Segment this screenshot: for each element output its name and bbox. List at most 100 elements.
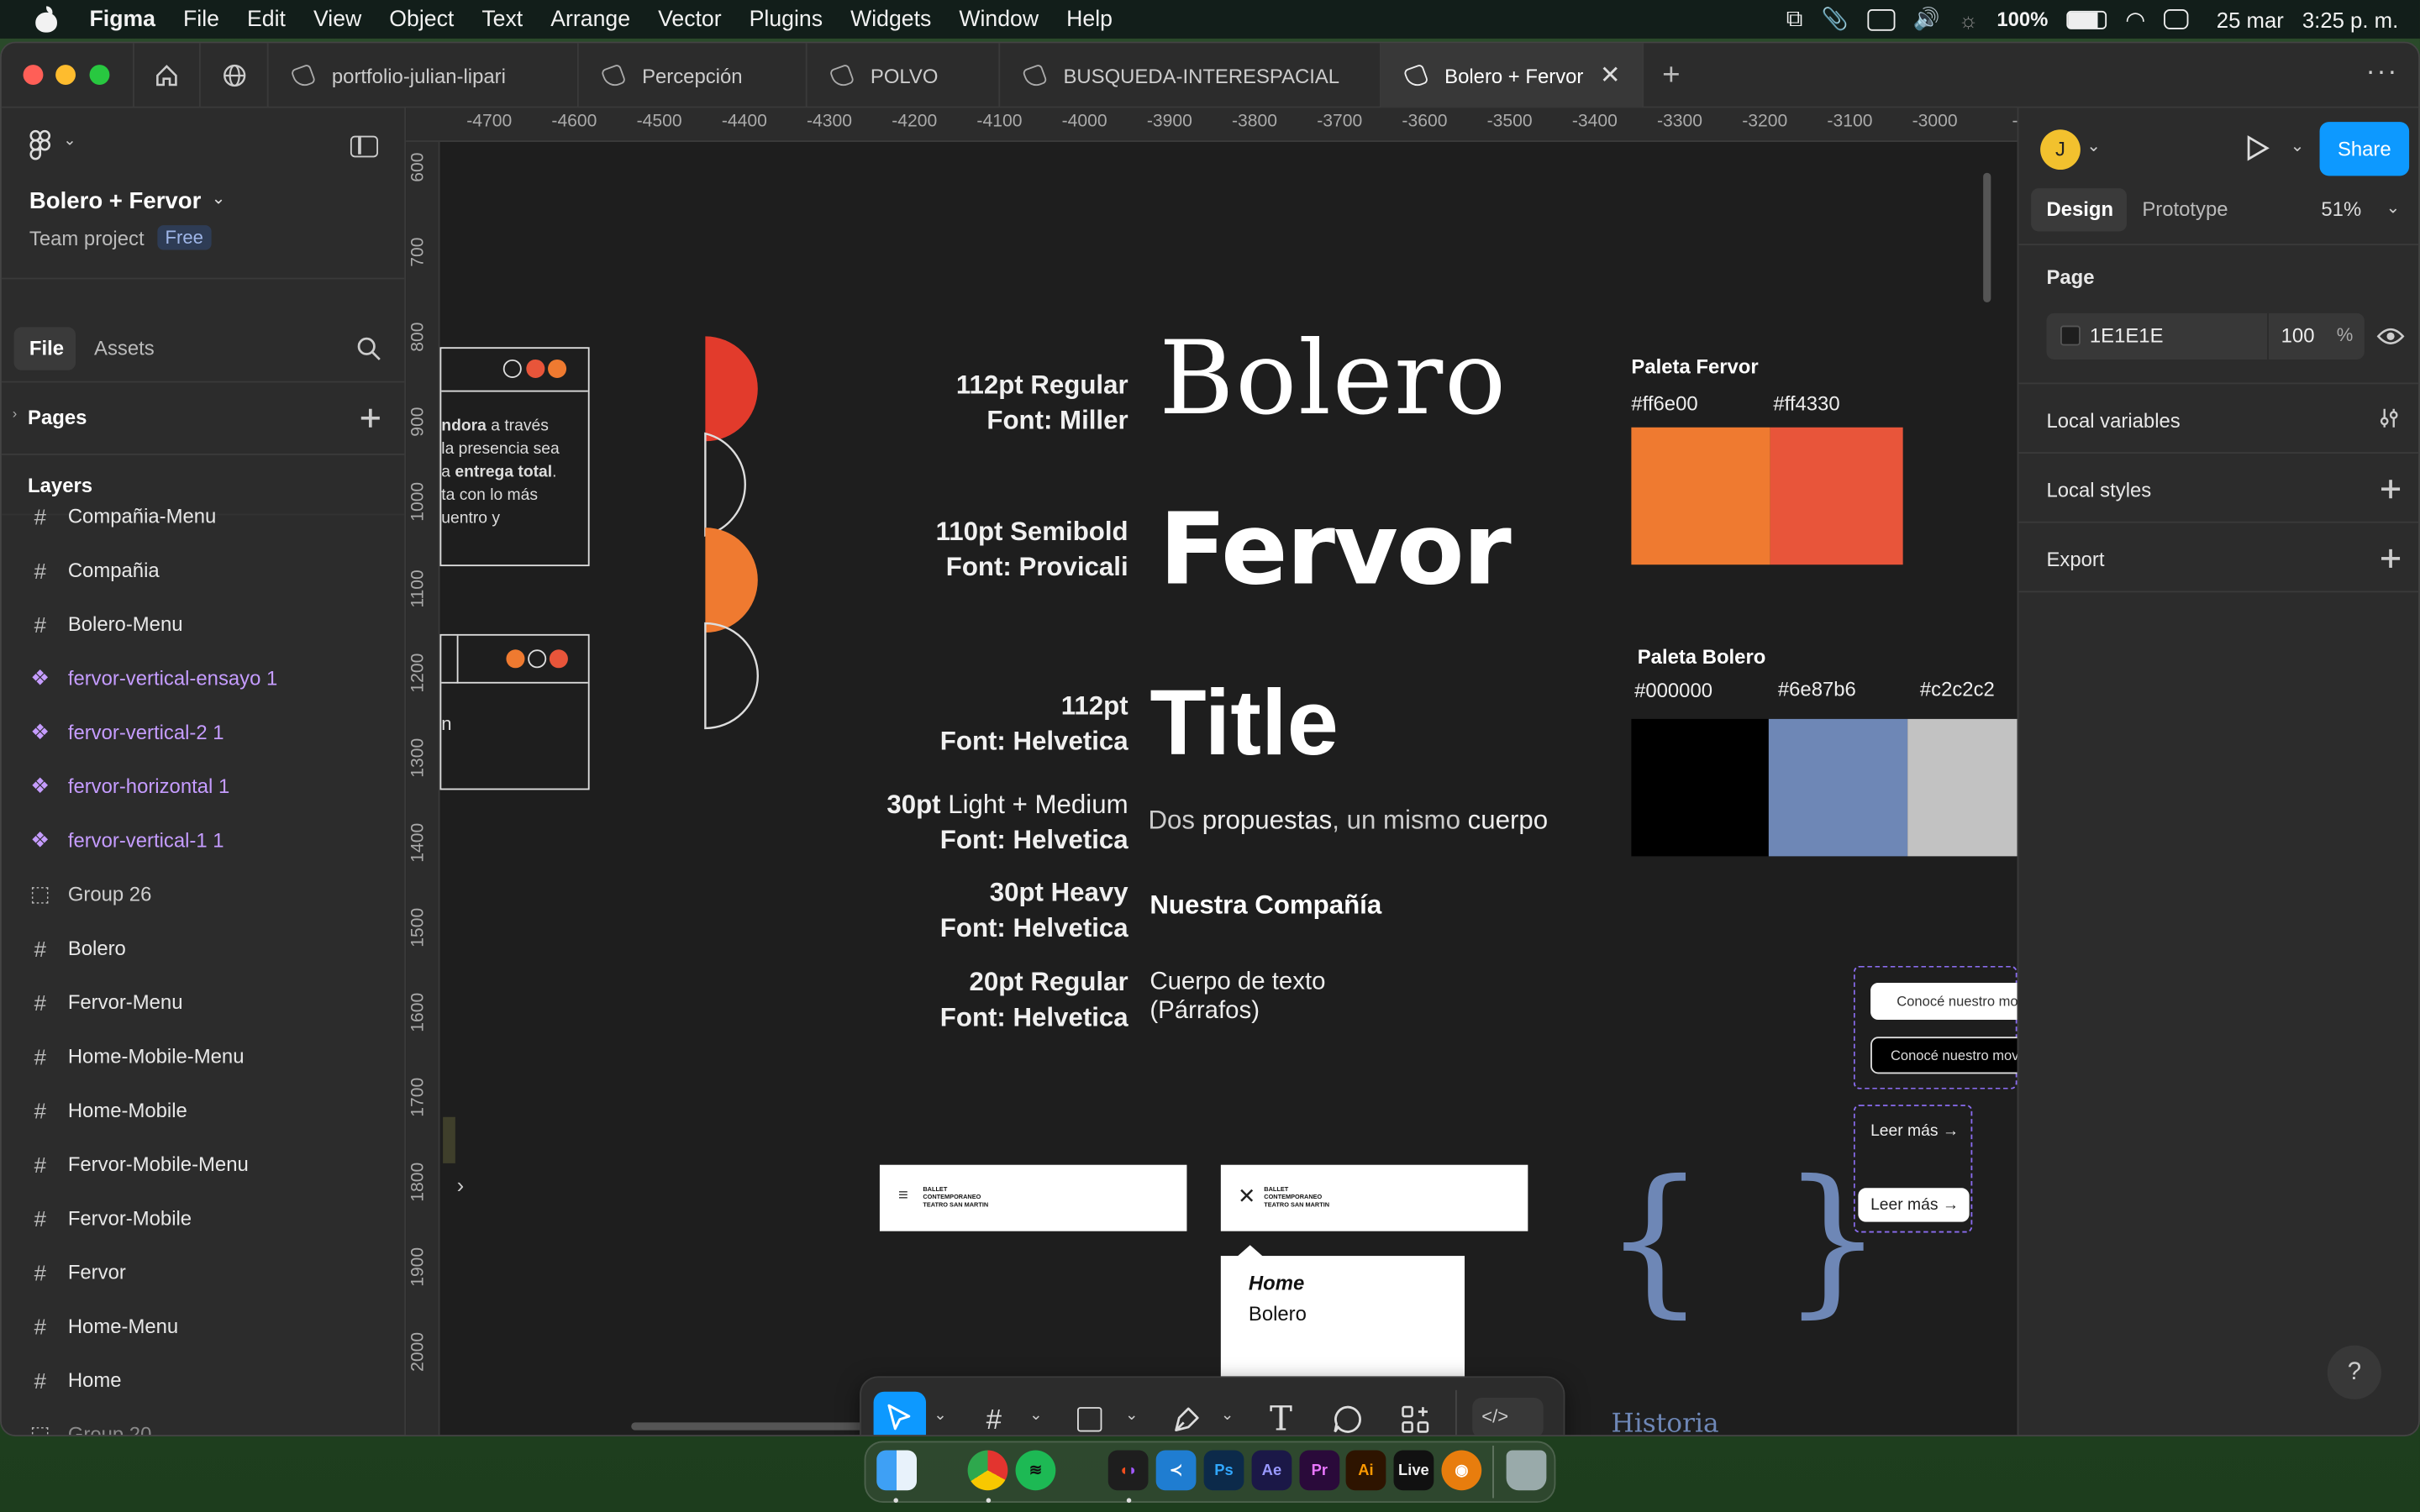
eye-icon[interactable] — [2376, 326, 2405, 348]
tab-percepcion[interactable]: Percepción — [579, 43, 808, 108]
variables-icon[interactable] — [2378, 407, 2400, 429]
layer-row[interactable]: # Home — [2, 1353, 403, 1407]
local-variables-label[interactable]: Local variables — [2046, 409, 2180, 433]
menu-plugins[interactable]: Plugins — [750, 7, 823, 31]
zoom-window-button[interactable] — [89, 65, 110, 86]
aftereffects-icon[interactable]: Ae — [1251, 1450, 1292, 1491]
sample-title[interactable]: Title — [1150, 669, 1339, 776]
frame-partial-1[interactable]: ndora a través la presencia sea a entreg… — [439, 347, 590, 567]
paperclip-icon[interactable]: 📎 — [1821, 6, 1848, 32]
layer-row[interactable]: # Compañia — [2, 543, 403, 597]
photoshop-icon[interactable]: Ps — [1203, 1450, 1244, 1491]
file-name-chevron-icon[interactable]: ⌄ — [212, 188, 226, 208]
layer-row[interactable]: ⬚ Group 20 ◡ — [2, 1407, 403, 1436]
cta-button-light[interactable]: Conocé nuestro mov — [1870, 982, 2018, 1021]
swatch-fervor-orange[interactable] — [1631, 427, 1770, 565]
layer-row[interactable]: ❖ fervor-vertical-2 1 — [2, 705, 403, 759]
canvas[interactable]: -4700 -4600 -4500 -4400 -4300 -4200 -4100 -4000… — [406, 108, 2018, 1436]
dev-mode-toggle[interactable]: </> — [1472, 1398, 1544, 1436]
frame-header-close[interactable]: ✕ BALLET CONTEMPORANEO TEATRO SAN MARTIN — [1220, 1164, 1528, 1231]
pen-tool-chevron-icon[interactable]: ⌄ — [1221, 1407, 1234, 1424]
toggle-sidebar-icon[interactable] — [350, 135, 378, 158]
frame-partial-2[interactable]: n — [439, 633, 590, 790]
menu-arrange[interactable]: Arrange — [550, 7, 630, 31]
trash-icon[interactable] — [1506, 1450, 1547, 1491]
menu-help[interactable]: Help — [1066, 7, 1113, 31]
vscode-icon[interactable]: ≺ — [1155, 1450, 1197, 1491]
pen-tool-button[interactable] — [1164, 1396, 1210, 1435]
menu-object[interactable]: Object — [389, 7, 454, 31]
menu-vector[interactable]: Vector — [658, 7, 722, 31]
tab-polvo[interactable]: POLVO — [808, 43, 1001, 108]
close-window-button[interactable] — [23, 65, 44, 86]
figma-icon[interactable]: ◖ ◗ — [1107, 1450, 1149, 1491]
more-icon[interactable]: ··· — [2366, 55, 2399, 88]
text-tool-button[interactable]: T — [1258, 1396, 1304, 1435]
brightness-icon[interactable]: ☼ — [1959, 7, 1979, 31]
menu-file[interactable]: File — [183, 7, 219, 31]
search-icon[interactable] — [356, 336, 381, 360]
chrome-icon[interactable] — [967, 1450, 1008, 1491]
color-swatch[interactable] — [2060, 325, 2081, 346]
cta-button-dark[interactable]: Conocé nuestro movin — [1870, 1037, 2018, 1074]
export-label[interactable]: Export — [2046, 548, 2104, 571]
file-name[interactable]: Bolero + Fervor — [29, 188, 201, 214]
avatar[interactable]: J — [2040, 129, 2081, 171]
swatch-fervor-red[interactable] — [1770, 427, 1903, 565]
layer-row[interactable]: # Fervor-Menu — [2, 975, 403, 1029]
volume-icon[interactable]: 🔊 — [1913, 6, 1940, 32]
zoom-level[interactable]: 51% — [2321, 197, 2361, 221]
menu-text[interactable]: Text — [481, 7, 523, 31]
hidden-eye-icon[interactable]: ◡ — [360, 1422, 377, 1436]
historia-heading[interactable]: Historia — [1612, 1409, 1719, 1435]
page-bg-field[interactable]: 1E1E1E 100 % — [2046, 312, 2365, 360]
layer-row[interactable]: # Fervor — [2, 1245, 403, 1299]
move-tool-button[interactable] — [873, 1391, 927, 1436]
plan-badge[interactable]: Free — [157, 225, 212, 250]
menu-item-home[interactable]: Home — [1249, 1271, 1304, 1294]
sample-bolero[interactable]: Bolero — [1159, 319, 1507, 438]
battery-icon[interactable] — [2066, 9, 2107, 29]
vertical-scrollbar[interactable] — [1983, 172, 1991, 302]
layer-row[interactable]: ❖ fervor-horizontal 1 — [2, 759, 403, 813]
menu-widgets[interactable]: Widgets — [850, 7, 931, 31]
menu-view[interactable]: View — [313, 7, 361, 31]
frame-tool-chevron-icon[interactable]: ⌄ — [1029, 1407, 1042, 1424]
premiere-icon[interactable]: Pr — [1299, 1450, 1340, 1491]
figma-status-icon[interactable]: ⧉ — [1786, 6, 1803, 32]
finder-icon[interactable] — [876, 1450, 917, 1491]
swatch-bolero-blue[interactable] — [1768, 718, 1908, 857]
add-style-icon[interactable] — [2381, 480, 2401, 499]
hamburger-icon[interactable]: ≡ — [898, 1186, 908, 1205]
blender-icon[interactable]: ◉ — [1441, 1450, 1482, 1491]
layer-row[interactable]: # Bolero — [2, 921, 403, 975]
layer-row[interactable]: # Fervor-Mobile — [2, 1191, 403, 1245]
frame-tool-button[interactable]: # — [971, 1396, 1017, 1435]
menu-edit[interactable]: Edit — [247, 7, 286, 31]
braces-graphic[interactable]: { } — [1603, 1145, 1896, 1333]
move-tool-chevron-icon[interactable]: ⌄ — [934, 1407, 946, 1424]
wifi-icon[interactable]: ◠ — [2125, 5, 2145, 33]
tab-file[interactable]: File — [29, 336, 64, 360]
menu-window[interactable]: Window — [959, 7, 1039, 31]
sample-regular[interactable]: Cuerpo de texto (Párrafos) — [1150, 968, 1325, 1026]
comment-tool-button[interactable] — [1324, 1396, 1370, 1435]
home-button[interactable] — [132, 43, 201, 108]
actions-tool-button[interactable] — [1392, 1396, 1439, 1435]
layer-row[interactable]: # Bolero-Menu — [2, 597, 403, 651]
display-icon[interactable] — [1866, 8, 1895, 30]
figma-main-menu[interactable]: ⌄ — [29, 129, 76, 163]
tab-portfolio[interactable]: portfolio-julian-lipari — [269, 43, 579, 108]
help-button[interactable]: ? — [2327, 1345, 2382, 1399]
pages-chevron-icon[interactable]: › — [13, 406, 18, 421]
menu-item-bolero[interactable]: Bolero — [1249, 1302, 1307, 1326]
chevron-right-icon[interactable]: › — [457, 1173, 465, 1197]
button-component-set[interactable]: Conocé nuestro mov Conocé nuestro movin — [1853, 965, 2018, 1089]
new-tab-icon[interactable]: + — [1662, 59, 1680, 94]
illustrator-icon[interactable]: Ai — [1345, 1450, 1386, 1491]
tab-busqueda[interactable]: BUSQUEDA-INTERESPACIAL — [1000, 43, 1381, 108]
close-tab-icon[interactable]: ✕ — [1600, 60, 1621, 92]
leer-mas-link[interactable]: Leer más → — [1870, 1121, 1959, 1140]
add-page-icon[interactable] — [360, 408, 380, 428]
layer-row[interactable]: # Home-Mobile-Menu — [2, 1029, 403, 1083]
